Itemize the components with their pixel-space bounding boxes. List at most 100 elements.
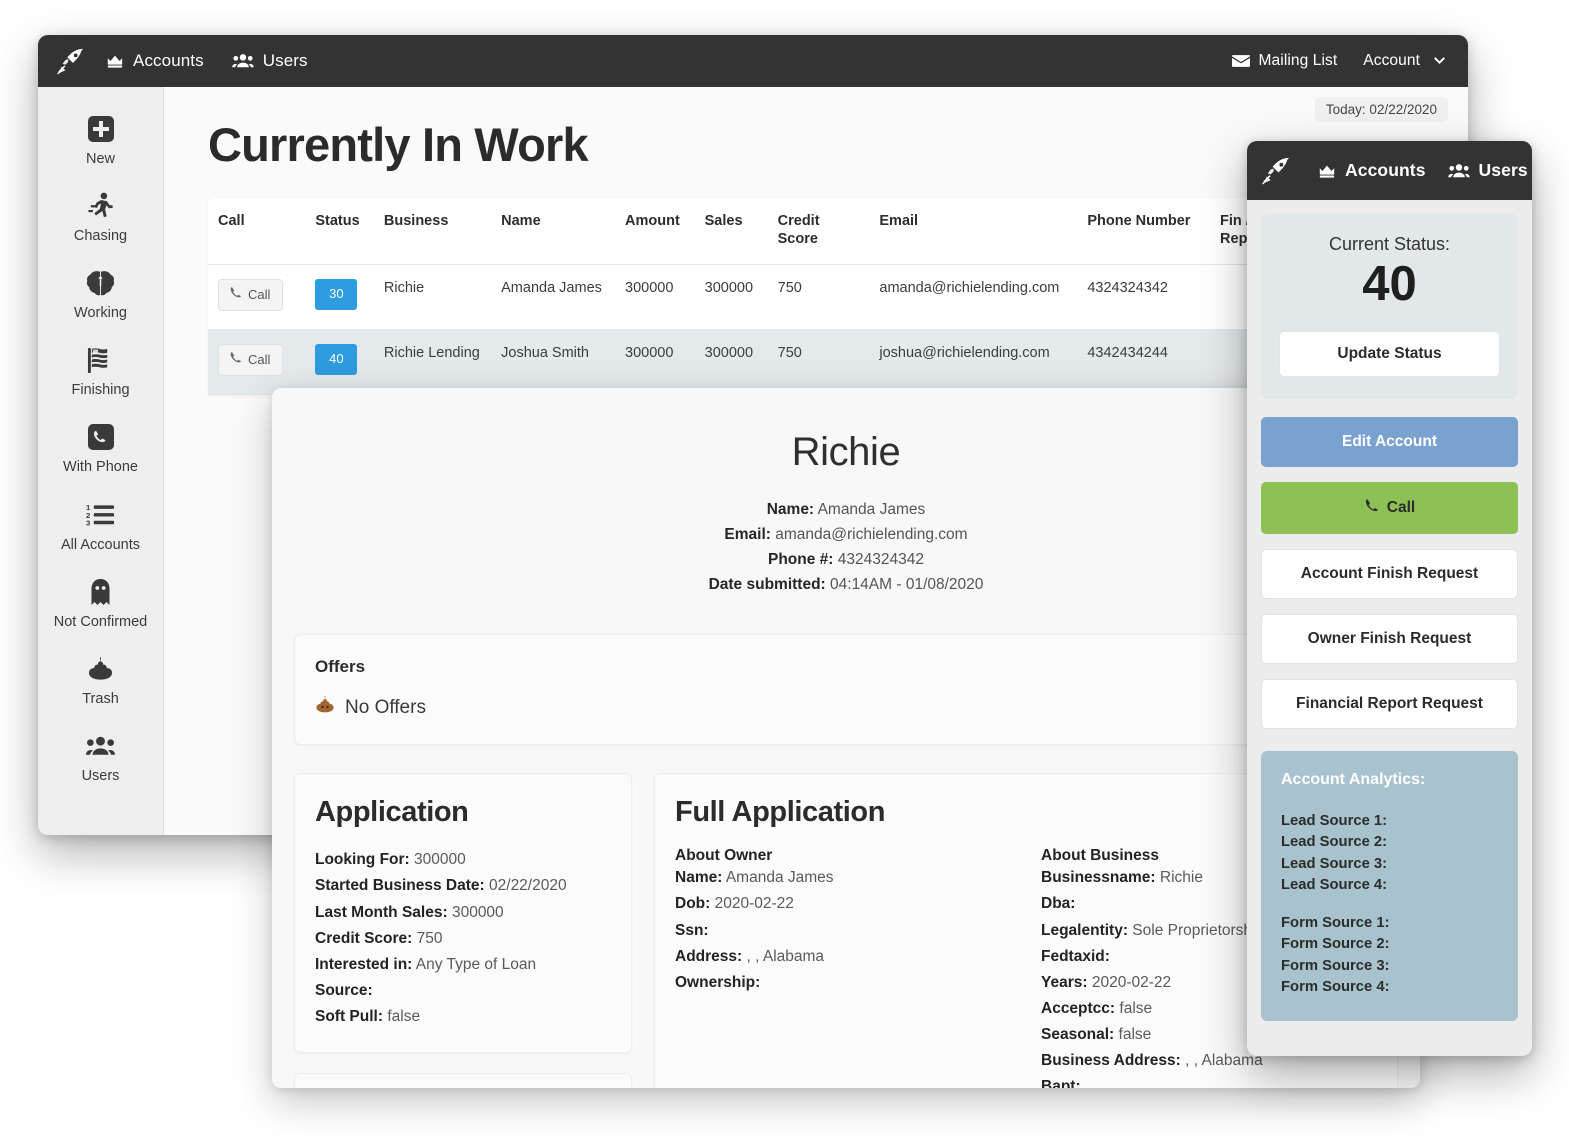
account-analytics-title: Account Analytics: — [1281, 770, 1426, 788]
call-button[interactable]: Call — [218, 279, 284, 312]
field-label: Started Business Date: — [315, 877, 485, 895]
field-label: Years: — [1041, 973, 1088, 991]
desktop-nav-right: Mailing List Account — [1231, 52, 1446, 70]
col-header-name: Name — [491, 198, 616, 266]
phone-square-icon — [84, 420, 118, 454]
field-label: Soft Pull: — [315, 1007, 384, 1025]
field-owner-ssn: Ssn: — [675, 918, 1011, 944]
running-person-icon — [84, 189, 118, 223]
detail-meta-email-value: amanda@richielending.com — [775, 526, 968, 544]
sidebar-label-new: New — [85, 151, 115, 167]
edit-account-button[interactable]: Edit Account — [1261, 416, 1518, 467]
sidebar-item-trash[interactable]: Trash — [38, 641, 163, 718]
mobile-nav-item-accounts[interactable]: Accounts — [1318, 160, 1426, 181]
field-value: false — [1118, 1025, 1152, 1043]
owner-finish-request-button[interactable]: Owner Finish Request — [1261, 613, 1518, 664]
field-owner-dob: Dob: 2020-02-22 — [675, 891, 1011, 917]
sidebar-item-not-confirmed[interactable]: Not Confirmed — [38, 564, 163, 641]
lead-source-2: Lead Source 2: — [1281, 834, 1388, 851]
mobile-nav-label-accounts: Accounts — [1345, 160, 1426, 180]
offers-empty-text: No Offers — [345, 696, 426, 718]
field-soft-pull: Soft Pull: false — [315, 1004, 611, 1030]
poop-icon — [315, 695, 335, 720]
account-finish-request-button[interactable]: Account Finish Request — [1261, 548, 1518, 599]
users-icon — [1447, 162, 1470, 180]
cell-credit-score: 750 — [767, 264, 870, 331]
owner-finish-request-label: Owner Finish Request — [1307, 629, 1472, 647]
sidebar-label-all-accounts: All Accounts — [61, 536, 140, 553]
cell-phone: 4324324342 — [1077, 264, 1211, 331]
field-value: 2020-02-22 — [714, 895, 794, 913]
field-owner-address: Address: , , Alabama — [675, 944, 1011, 970]
field-value: Richie — [1159, 869, 1203, 887]
call-button-label: Call — [1386, 498, 1416, 516]
update-status-button[interactable]: Update Status — [1279, 330, 1500, 377]
nav-item-users[interactable]: Users — [231, 51, 308, 71]
mobile-nav-label-users: Users — [1478, 160, 1528, 180]
cell-business: Richie — [373, 264, 492, 331]
current-status-box: Current Status: 40 Update Status — [1261, 214, 1518, 399]
mobile-top-navbar: Accounts Users — [1247, 141, 1532, 200]
call-button-label: Call — [248, 351, 271, 367]
plus-square-icon — [84, 112, 118, 146]
sidebar-item-new[interactable]: New — [38, 101, 163, 178]
call-button[interactable]: Call — [1261, 481, 1518, 534]
phone-icon — [229, 351, 242, 369]
field-label: Business Address: — [1041, 1051, 1181, 1069]
screenshot-stage: Accounts Users Mailing List Account New … — [0, 0, 1569, 1136]
current-status-label: Current Status: — [1328, 234, 1451, 254]
account-analytics-list: Lead Source 1: Lead Source 2: Lead Sourc… — [1281, 811, 1498, 999]
sidebar-item-chasing[interactable]: Chasing — [38, 178, 163, 255]
cell-name: Amanda James — [491, 264, 616, 331]
nav-label-mailing-list: Mailing List — [1258, 52, 1338, 69]
sidebar-item-working[interactable]: Working — [38, 255, 163, 332]
cell-status: 30 — [305, 264, 374, 331]
sidebar-item-all-accounts[interactable]: 1 2 3 All Accounts — [38, 487, 163, 564]
nav-label-users: Users — [262, 51, 308, 70]
mobile-app-window: Accounts Users Current Status: 40 Update… — [1247, 141, 1532, 1056]
field-owner-name: Name: Amanda James — [675, 865, 1011, 891]
status-badge[interactable]: 30 — [315, 279, 358, 311]
field-looking-for: Looking For: 300000 — [315, 847, 611, 873]
sidebar-label-chasing: Chasing — [73, 228, 128, 245]
account-finish-request-label: Account Finish Request — [1300, 564, 1479, 582]
nav-item-account-menu[interactable]: Account — [1363, 52, 1446, 70]
cell-email: amanda@richielending.com — [869, 264, 1078, 331]
rocket-icon[interactable] — [1261, 155, 1292, 186]
col-header-sales: Sales — [694, 198, 768, 266]
ghost-icon — [84, 575, 118, 609]
field-label: Name: — [675, 869, 723, 887]
field-label: Ownership: — [675, 973, 761, 991]
offers-card: Offers No Offers — [294, 634, 1398, 746]
lead-source-3: Lead Source 3: — [1281, 855, 1388, 872]
field-label: Dob: — [675, 895, 711, 913]
col-header-call: Call — [208, 198, 306, 266]
application-fields: Looking For: 300000 Started Business Dat… — [315, 847, 611, 1029]
field-label: Legalentity: — [1041, 921, 1128, 939]
users-icon — [84, 729, 118, 763]
field-label: Seasonal: — [1041, 1025, 1115, 1043]
field-label: Last Month Sales: — [315, 903, 448, 921]
sidebar-label-finishing: Finishing — [71, 382, 130, 399]
cell-amount: 300000 — [615, 329, 695, 396]
sidebar-label-with-phone: With Phone — [63, 459, 138, 476]
form-source-1: Form Source 1: — [1281, 914, 1390, 931]
call-button[interactable]: Call — [218, 344, 284, 377]
field-credit-score: Credit Score: 750 — [315, 926, 611, 952]
mobile-nav-item-users[interactable]: Users — [1447, 160, 1528, 181]
call-button-label: Call — [248, 286, 271, 302]
nav-item-mailing-list[interactable]: Mailing List — [1231, 52, 1338, 70]
financial-report-request-button[interactable]: Financial Report Request — [1261, 678, 1518, 729]
rocket-icon[interactable] — [56, 46, 86, 76]
application-column: Application Looking For: 300000 Started … — [294, 773, 632, 1088]
status-badge[interactable]: 40 — [315, 344, 358, 376]
sidebar-item-with-phone[interactable]: With Phone — [38, 409, 163, 486]
detail-meta-date-label: Date submitted: — [708, 576, 826, 594]
nav-item-accounts[interactable]: Accounts — [106, 51, 204, 71]
field-label: Fedtaxid: — [1041, 947, 1110, 965]
sidebar-item-users[interactable]: Users — [38, 718, 163, 795]
sidebar-label-users: Users — [81, 767, 120, 784]
sidebar-item-finishing[interactable]: Finishing — [38, 332, 163, 409]
field-value: 2020-02-22 — [1091, 973, 1172, 991]
detail-meta-phone-value: 4324324342 — [837, 551, 924, 569]
